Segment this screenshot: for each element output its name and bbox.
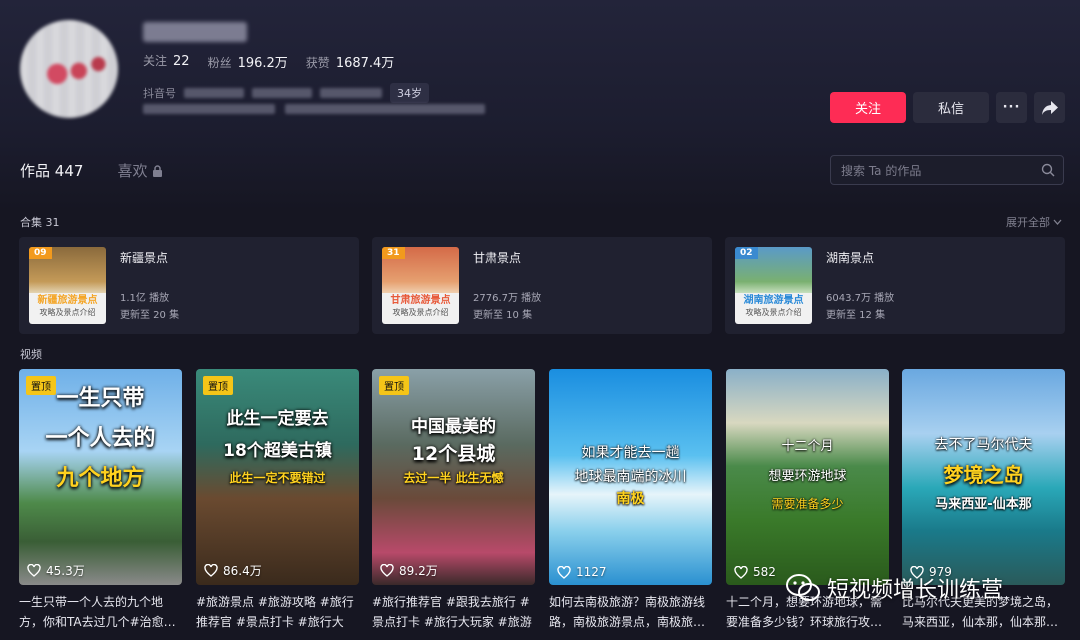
video-cover-text: 地球最南端的冰川 <box>574 469 687 485</box>
ip-blurred <box>252 88 312 98</box>
lock-icon <box>153 164 163 177</box>
collection-card[interactable]: 02 湖南旅游景点 攻略及景点介绍 湖南景点 6043.7万 播放 更新至 12… <box>725 237 1065 334</box>
heart-icon <box>557 565 571 579</box>
video-cover-text: 马来西亚-仙本那 <box>935 497 1032 512</box>
video-likes: 86.4万 <box>204 562 262 579</box>
video-cover-text: 需要准备多少 <box>771 497 844 511</box>
tab-works[interactable]: 作品 447 <box>20 160 83 181</box>
collection-title: 甘肃景点 <box>473 251 522 265</box>
profile-bio-blurred <box>143 104 485 114</box>
chevron-down-icon <box>1053 219 1062 225</box>
video-likes: 89.2万 <box>380 562 438 579</box>
profile-meta: 抖音号 34岁 <box>143 83 429 103</box>
collection-updated: 更新至 20 集 <box>120 310 180 321</box>
profile-stats: 关注 22 粉丝 196.2万 获赞 1687.4万 <box>143 52 394 71</box>
video-likes: 582 <box>734 565 776 579</box>
collection-updated: 更新至 10 集 <box>473 310 533 321</box>
profile-tabs: 作品 447 喜欢 <box>20 160 163 181</box>
video-cover-text: 18个超美古镇 <box>223 441 332 461</box>
video-cover-text: 12个县城 <box>411 443 496 465</box>
video-card[interactable]: 如果才能去一趟 地球最南端的冰川 南极 1127 <box>549 369 712 585</box>
video-card[interactable]: 置顶 中国最美的 12个县城 去过一半 此生无憾 89.2万 <box>372 369 535 585</box>
video-cover-text: 九个地方 <box>56 466 145 491</box>
video-likes: 1127 <box>557 565 607 579</box>
search-icon[interactable] <box>1041 163 1055 177</box>
share-icon <box>1041 100 1058 115</box>
heart-icon <box>27 564 41 577</box>
expand-all-link[interactable]: 展开全部 <box>1006 214 1062 230</box>
video-card[interactable]: 去不了马尔代夫 梦境之岛 马来西亚-仙本那 979 <box>902 369 1065 585</box>
video-card[interactable]: 置顶 此生一定要去 18个超美古镇 此生一定不要错过 86.4万 <box>196 369 359 585</box>
pinned-badge: 置顶 <box>379 376 409 395</box>
video-cover-text: 此生一定要去 <box>226 409 329 429</box>
collection-card[interactable]: 31 甘肃旅游景点 攻略及景点介绍 甘肃景点 2776.7万 播放 更新至 10… <box>372 237 712 334</box>
more-button[interactable]: ··· <box>996 92 1027 123</box>
message-button[interactable]: 私信 <box>913 92 989 123</box>
video-cover-text: 十二个月 <box>781 439 834 454</box>
douyin-id-label: 抖音号 <box>143 87 176 100</box>
video-description[interactable]: #旅游景点 #旅游攻略 #旅行推荐官 #景点打卡 #旅行大玩… <box>196 592 359 632</box>
heart-icon <box>204 564 218 577</box>
share-button[interactable] <box>1034 92 1065 123</box>
video-description[interactable]: 如何去南极旅游？南极旅游线路，南极旅游景点，南极旅… <box>549 592 712 632</box>
collection-title: 湖南景点 <box>826 251 875 265</box>
video-cover-text: 如果才能去一趟 <box>581 445 680 461</box>
stat-followers[interactable]: 粉丝 196.2万 <box>208 52 288 71</box>
collection-cover: 09 新疆旅游景点 攻略及景点介绍 <box>29 247 106 324</box>
tab-likes[interactable]: 喜欢 <box>117 160 163 181</box>
collection-cover: 02 湖南旅游景点 攻略及景点介绍 <box>735 247 812 324</box>
video-cover-text: 此生一定不要错过 <box>229 471 326 485</box>
follow-button[interactable]: 关注 <box>830 92 906 123</box>
collection-plays: 1.1亿 播放 <box>120 293 170 304</box>
collection-card[interactable]: 09 新疆旅游景点 攻略及景点介绍 新疆景点 1.1亿 播放 更新至 20 集 <box>19 237 359 334</box>
collection-plays: 6043.7万 播放 <box>826 293 895 304</box>
age-badge: 34岁 <box>390 83 429 103</box>
video-cover-text: 去过一半 此生无憾 <box>403 471 504 485</box>
avatar[interactable] <box>20 20 118 118</box>
video-cover-text: 梦境之岛 <box>943 463 1024 487</box>
video-card[interactable]: 置顶 一生只带 一个人去的 九个地方 45.3万 <box>19 369 182 585</box>
video-cover-text: 南极 <box>616 491 645 507</box>
collections-title: 合集 31 <box>20 216 60 229</box>
bio-blurred-1 <box>143 104 275 114</box>
video-card[interactable]: 十二个月 想要环游地球 需要准备多少 582 <box>726 369 889 585</box>
video-cover-text: 中国最美的 <box>411 417 496 437</box>
video-cover-text: 去不了马尔代夫 <box>934 437 1033 453</box>
video-likes: 45.3万 <box>27 562 85 579</box>
video-description[interactable]: #旅行推荐官 #跟我去旅行 #景点打卡 #旅行大玩家 #旅游 <box>372 592 535 632</box>
collection-updated: 更新至 12 集 <box>826 310 886 321</box>
heart-icon <box>734 565 748 579</box>
video-cover-text: 一个人去的 <box>45 426 156 451</box>
stat-following[interactable]: 关注 22 <box>143 52 190 71</box>
username-blurred <box>143 22 247 42</box>
heart-icon <box>380 564 394 577</box>
collection-cover: 31 甘肃旅游景点 攻略及景点介绍 <box>382 247 459 324</box>
video-cover-text: 一生只带 <box>56 386 145 411</box>
search-box[interactable] <box>830 155 1064 185</box>
collection-plays: 2776.7万 播放 <box>473 293 542 304</box>
video-cover-text: 想要环游地球 <box>768 469 847 484</box>
stat-likes: 获赞 1687.4万 <box>305 56 395 71</box>
bio-blurred-2 <box>285 104 485 114</box>
pinned-badge: 置顶 <box>203 376 233 395</box>
wechat-icon <box>786 574 820 601</box>
search-input[interactable] <box>839 161 1039 181</box>
watermark: 短视频增长训练营 <box>785 572 1003 604</box>
douyin-id-blurred <box>184 88 244 98</box>
location-blurred <box>320 88 382 98</box>
videos-title: 视频 <box>20 348 42 361</box>
video-description[interactable]: 一生只带一个人去的九个地方，你和TA去过几个#治愈… <box>19 592 182 632</box>
collection-title: 新疆景点 <box>120 251 169 265</box>
